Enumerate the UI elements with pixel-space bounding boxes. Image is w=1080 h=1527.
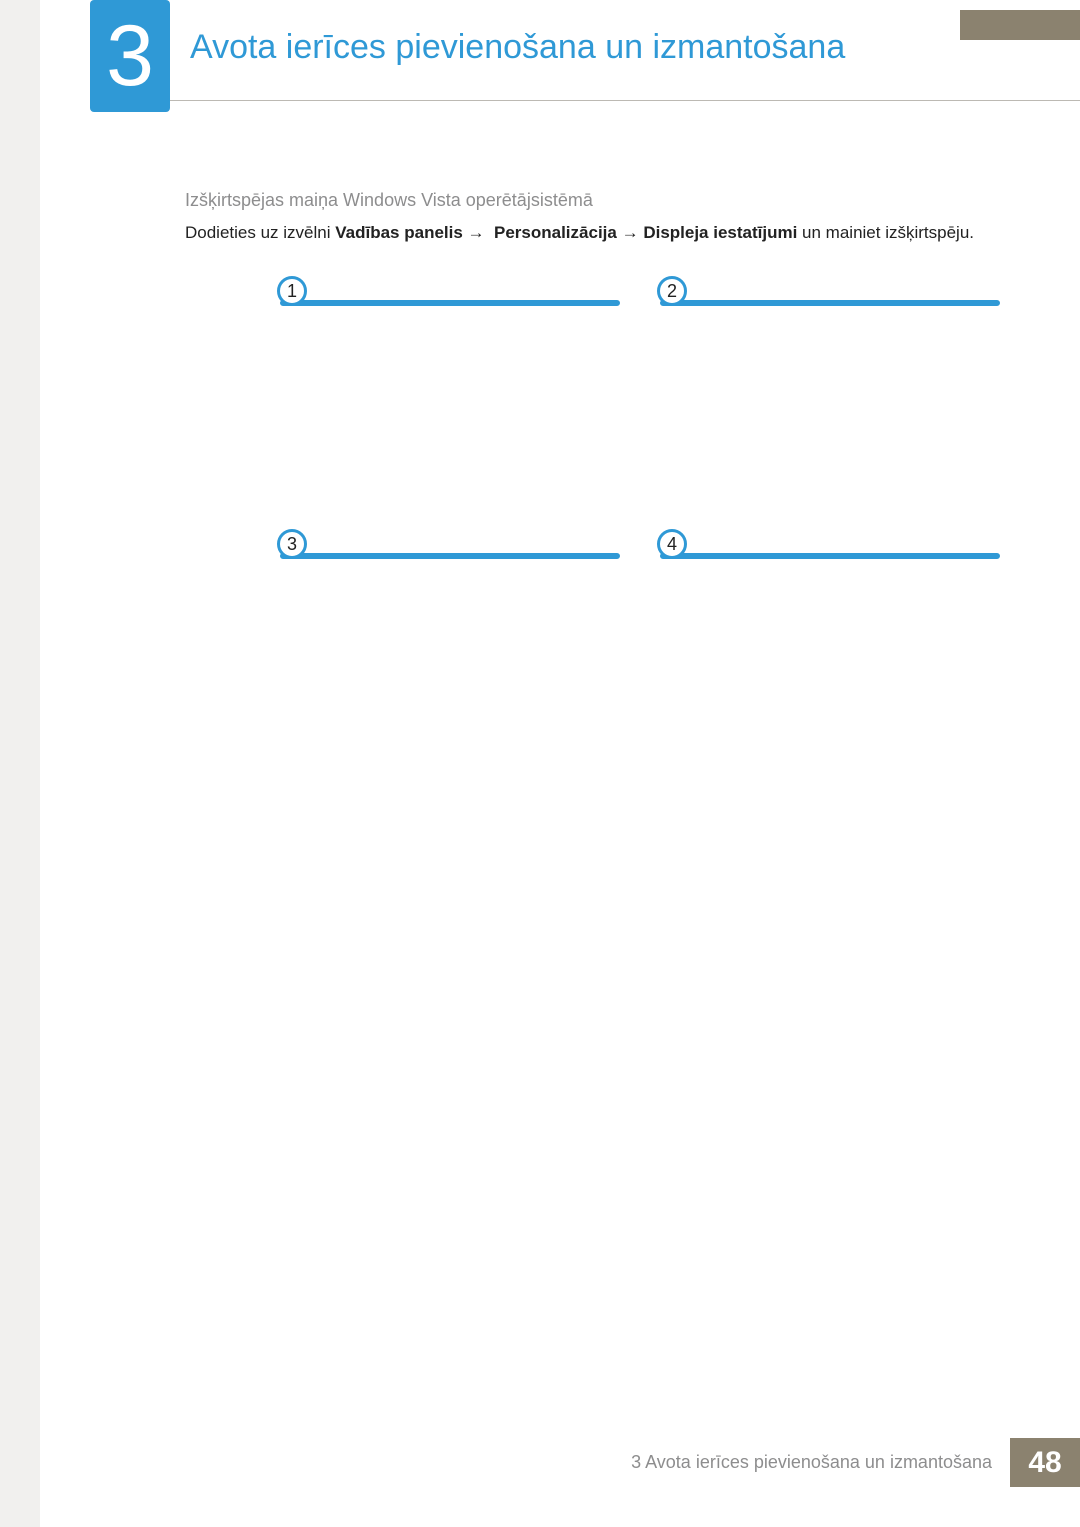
footer: 3 Avota ierīces pievienošana un izmantoš… (613, 1438, 1080, 1487)
panel-number: 1 (277, 276, 307, 306)
panel-number: 4 (657, 529, 687, 559)
panel-number: 2 (657, 276, 687, 306)
display-settings-screenshot: 🖥️ Display Settings Monitor 1 2 ••••••••… (660, 553, 1000, 559)
footer-text: 3 Avota ierīces pievienošana un izmantoš… (613, 1438, 1010, 1487)
section-heading: Izšķirtspējas maiņa Windows Vista operēt… (185, 190, 1000, 211)
arrow-icon: → (468, 223, 485, 242)
path-personalization: Personalizācija (494, 223, 617, 242)
page-number: 48 (1010, 1438, 1080, 1487)
page-side-stripe (0, 0, 40, 1527)
path-display-settings: Displeja iestatījumi (643, 223, 797, 242)
path-control-panel: Vadības panelis (335, 223, 463, 242)
instr-suffix: un mainiet izšķirtspēju. (802, 223, 974, 242)
personalization-screenshot: 📁 ▸ Personalization ▾↻ Search 🔍 Tasks Ch… (280, 553, 620, 559)
panel-1: 1 Windows Live Messenger Download Norton… (280, 300, 620, 505)
start-menu-screenshot: Windows Live Messenger Download Norton A… (280, 300, 620, 306)
panel-number: 3 (277, 529, 307, 559)
panel-grid: 1 Windows Live Messenger Download Norton… (280, 286, 1000, 829)
panel-3: 3 📁 ▸ Personalization ▾↻ Search 🔍 (280, 553, 620, 843)
taskbar: 📁 Control Panel (283, 300, 617, 303)
panel-2: 2 ▸ Control Panel ▸ ▾↻ Search 🔍 (660, 300, 1000, 505)
panel-4: 4 🖥️ Display Settings Monitor 1 2 ••••••… (660, 553, 1000, 843)
arrow-icon: → (622, 223, 639, 242)
instr-prefix: Dodieties uz izvēlni (185, 223, 335, 242)
chapter-badge: 3 (90, 0, 170, 112)
content: Izšķirtspējas maiņa Windows Vista operēt… (185, 190, 1000, 243)
instruction-line: Dodieties uz izvēlni Vadības panelis → P… (185, 223, 1000, 243)
control-panel-screenshot: ▸ Control Panel ▸ ▾↻ Search 🔍 Control Pa… (660, 300, 1000, 306)
header-underline (170, 100, 1080, 101)
chapter-title: Avota ierīces pievienošana un izmantošan… (190, 28, 845, 67)
header-accent (960, 10, 1080, 40)
